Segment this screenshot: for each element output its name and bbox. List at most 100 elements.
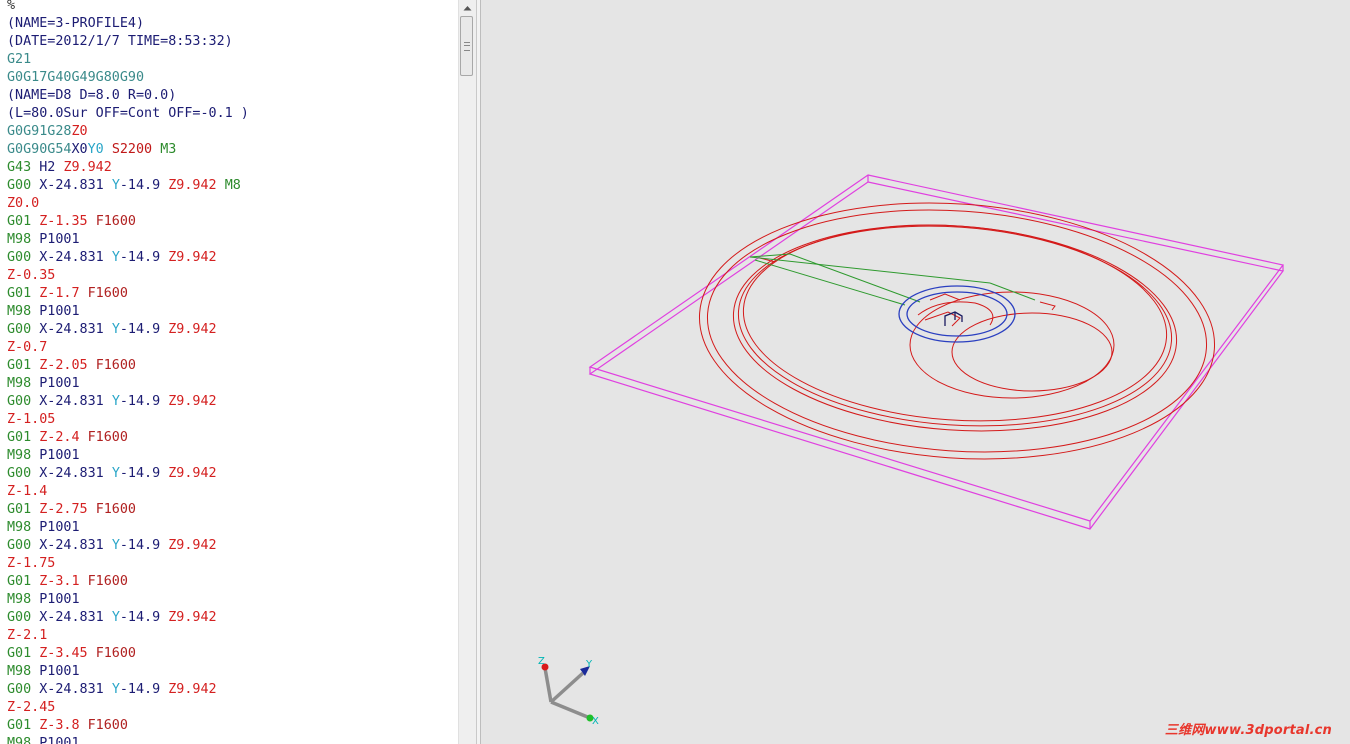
code-line[interactable]: Z-1.75 [7, 555, 249, 573]
code-line[interactable]: G01 Z-3.8 F1600 [7, 717, 249, 735]
code-token: M98 [7, 304, 40, 319]
code-token: Z9.942 [168, 610, 217, 625]
code-token: G00 [7, 250, 40, 265]
code-line[interactable]: Z-0.35 [7, 267, 249, 285]
code-token: Z-2.4 [39, 430, 88, 445]
code-line[interactable]: G00 X-24.831 Y-14.9 Z9.942 [7, 321, 249, 339]
editor-vertical-scrollbar[interactable] [458, 0, 476, 744]
toolpath-3d-viewport[interactable]: Z Y X 三维网www.3dportal.cn [481, 0, 1350, 744]
axis-y-label: Y [585, 659, 593, 670]
code-token: M3 [160, 142, 177, 157]
scroll-up-button[interactable] [459, 0, 476, 16]
code-line[interactable]: M98 P1001 [7, 519, 249, 537]
code-line[interactable]: G00 X-24.831 Y-14.9 Z9.942 [7, 249, 249, 267]
code-token: Z9.942 [168, 394, 217, 409]
code-token: Y [111, 322, 120, 337]
code-line[interactable]: Z-1.4 [7, 483, 249, 501]
code-token: -14.9 [119, 322, 169, 337]
stock-bounding-box [588, 174, 1285, 530]
code-token: -14.9 [119, 538, 169, 553]
code-token: P1001 [39, 304, 80, 319]
code-line[interactable]: M98 P1001 [7, 447, 249, 465]
code-token: G00 [7, 466, 40, 481]
code-line[interactable]: (NAME=D8 D=8.0 R=0.0) [7, 87, 249, 105]
code-token: S2200 [111, 142, 161, 157]
code-line[interactable]: Z0.0 [7, 195, 249, 213]
code-token: Z9.942 [63, 160, 112, 175]
code-line[interactable]: Z-0.7 [7, 339, 249, 357]
code-token: -14.9 [119, 610, 169, 625]
code-token: F1600 [87, 574, 128, 589]
code-line[interactable]: Z-1.05 [7, 411, 249, 429]
code-line[interactable]: G01 Z-2.4 F1600 [7, 429, 249, 447]
code-line[interactable]: (NAME=3-PROFILE4) [7, 15, 249, 33]
code-token: M8 [224, 178, 241, 193]
code-line[interactable]: (DATE=2012/1/7 TIME=8:53:32) [7, 33, 249, 51]
code-line[interactable]: G00 X-24.831 Y-14.9 Z9.942 [7, 609, 249, 627]
code-token: M98 [7, 664, 40, 679]
code-token: M98 [7, 232, 40, 247]
code-token: G00 [7, 610, 40, 625]
code-line[interactable]: G00 X-24.831 Y-14.9 Z9.942 M8 [7, 177, 249, 195]
code-line[interactable]: G01 Z-3.45 F1600 [7, 645, 249, 663]
code-token: Y0 [87, 142, 112, 157]
code-token: X0 [71, 142, 88, 157]
code-token: M98 [7, 376, 40, 391]
code-line[interactable]: G00 X-24.831 Y-14.9 Z9.942 [7, 393, 249, 411]
code-token: Z9.942 [168, 538, 217, 553]
code-line[interactable]: G01 Z-2.05 F1600 [7, 357, 249, 375]
code-token: X-24.831 [39, 250, 112, 265]
code-line[interactable]: M98 P1001 [7, 591, 249, 609]
code-token: Z0.0 [7, 196, 40, 211]
scroll-grip-icon [463, 41, 470, 51]
code-line[interactable]: M98 P1001 [7, 735, 249, 744]
code-line[interactable]: G01 Z-3.1 F1600 [7, 573, 249, 591]
toolpath-scene: Z Y X [538, 174, 1285, 727]
code-token: X-24.831 [39, 682, 112, 697]
code-line[interactable]: M98 P1001 [7, 375, 249, 393]
code-line[interactable]: Z-2.45 [7, 699, 249, 717]
code-token: (NAME=D8 D=8.0 R=0.0) [7, 88, 177, 103]
code-token: X-24.831 [39, 610, 112, 625]
code-token: F1600 [87, 286, 128, 301]
code-line[interactable]: G00 X-24.831 Y-14.9 Z9.942 [7, 465, 249, 483]
code-token: G0G90G54 [7, 142, 72, 157]
code-line[interactable]: G0G90G54X0Y0 S2200 M3 [7, 141, 249, 159]
code-token: Z-1.75 [7, 556, 56, 571]
code-line[interactable]: M98 P1001 [7, 303, 249, 321]
code-token: X-24.831 [39, 538, 112, 553]
code-token: G01 [7, 430, 40, 445]
code-token: F1600 [95, 646, 136, 661]
code-line[interactable]: G00 X-24.831 Y-14.9 Z9.942 [7, 537, 249, 555]
code-token: G01 [7, 502, 40, 517]
code-token: G0G17G40G49G80G90 [7, 70, 145, 85]
code-token: Z-2.1 [7, 628, 48, 643]
code-line[interactable]: G21 [7, 51, 249, 69]
code-token: G01 [7, 286, 40, 301]
code-token: Y [111, 250, 120, 265]
code-line[interactable]: % [7, 0, 249, 15]
code-token: F1600 [87, 718, 128, 733]
code-token: M98 [7, 736, 40, 744]
code-line[interactable]: (L=80.0Sur OFF=Cont OFF=-0.1 ) [7, 105, 249, 123]
code-token: G01 [7, 358, 40, 373]
code-line[interactable]: G01 Z-2.75 F1600 [7, 501, 249, 519]
code-line[interactable]: G0G91G28Z0 [7, 123, 249, 141]
code-line[interactable]: M98 P1001 [7, 663, 249, 681]
code-token: Z-1.7 [39, 286, 88, 301]
code-token: G01 [7, 718, 40, 733]
code-token: G00 [7, 538, 40, 553]
code-line[interactable]: M98 P1001 [7, 231, 249, 249]
code-token: -14.9 [119, 394, 169, 409]
nc-code-editor[interactable]: % (NAME=3-PROFILE4) (DATE=2012/1/7 TIME=8:… [0, 0, 458, 744]
code-token: Z-2.45 [7, 700, 56, 715]
code-line[interactable]: G00 X-24.831 Y-14.9 Z9.942 [7, 681, 249, 699]
code-line[interactable]: G01 Z-1.35 F1600 [7, 213, 249, 231]
code-token: Z-1.05 [7, 412, 56, 427]
code-line[interactable]: Z-2.1 [7, 627, 249, 645]
scroll-thumb[interactable] [460, 16, 473, 76]
code-line[interactable]: G0G17G40G49G80G90 [7, 69, 249, 87]
code-line[interactable]: G01 Z-1.7 F1600 [7, 285, 249, 303]
tool-holder-icon [898, 285, 1016, 343]
code-line[interactable]: G43 H2 Z9.942 [7, 159, 249, 177]
